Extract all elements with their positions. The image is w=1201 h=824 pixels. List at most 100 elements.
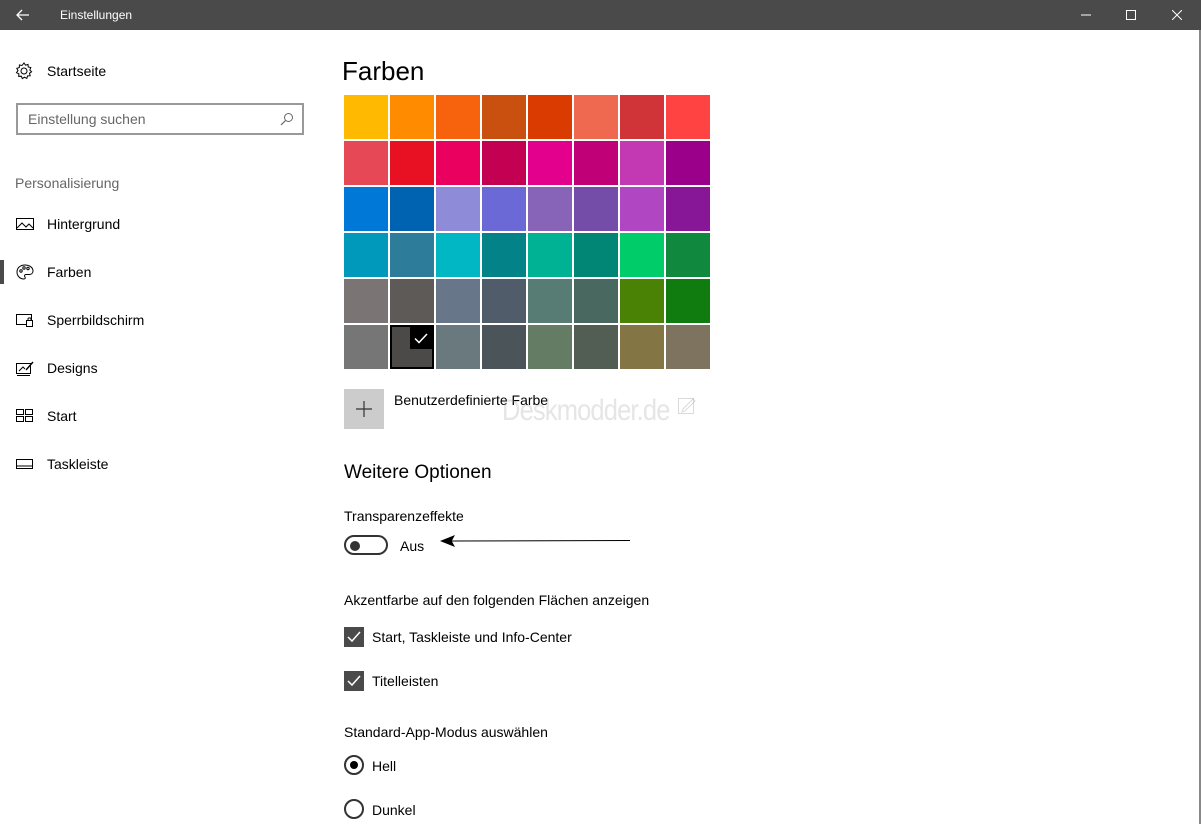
window-title: Einstellungen xyxy=(60,8,133,22)
color-swatch[interactable] xyxy=(436,187,480,231)
radio-label: Dunkel xyxy=(372,802,416,818)
color-swatch[interactable] xyxy=(528,95,572,139)
color-swatch[interactable] xyxy=(528,325,572,369)
color-swatch[interactable] xyxy=(620,279,664,323)
sidebar-item-colors[interactable]: Farben xyxy=(0,252,320,292)
sidebar: Startseite Personalisierung Hintergrund … xyxy=(0,30,320,824)
color-swatch[interactable] xyxy=(574,279,618,323)
color-swatch[interactable] xyxy=(620,141,664,185)
sidebar-item-label: Designs xyxy=(47,360,98,376)
color-swatch[interactable] xyxy=(390,141,434,185)
color-swatch[interactable] xyxy=(436,279,480,323)
color-swatch[interactable] xyxy=(482,187,526,231)
transparency-state: Aus xyxy=(400,538,425,554)
color-swatch[interactable] xyxy=(344,279,388,323)
color-swatch[interactable] xyxy=(620,325,664,369)
color-swatch[interactable] xyxy=(666,95,710,139)
accent-surfaces-label: Akzentfarbe auf den folgenden Flächen an… xyxy=(344,592,650,608)
radio-label: Hell xyxy=(372,758,397,774)
checkbox-titlebars[interactable] xyxy=(344,671,364,691)
color-swatch[interactable] xyxy=(620,233,664,277)
color-swatch[interactable] xyxy=(574,95,618,139)
sidebar-item-label: Farben xyxy=(47,264,92,280)
color-swatch[interactable] xyxy=(390,187,434,231)
color-swatch[interactable] xyxy=(390,279,434,323)
picture-icon xyxy=(16,218,34,230)
color-swatch[interactable] xyxy=(620,95,664,139)
sidebar-item-lockscreen[interactable]: Sperrbildschirm xyxy=(0,300,320,340)
color-swatch[interactable] xyxy=(528,279,572,323)
color-swatch[interactable] xyxy=(344,325,388,369)
sidebar-item-taskbar[interactable]: Taskleiste xyxy=(0,444,320,484)
color-swatch[interactable] xyxy=(436,233,480,277)
color-swatch[interactable] xyxy=(666,187,710,231)
back-arrow-icon xyxy=(16,9,29,21)
minimize-button[interactable] xyxy=(1063,0,1109,30)
taskbar-icon xyxy=(16,459,33,469)
color-swatch[interactable] xyxy=(574,325,618,369)
color-swatch[interactable] xyxy=(482,95,526,139)
color-swatch[interactable] xyxy=(436,325,480,369)
color-swatch[interactable] xyxy=(482,233,526,277)
start-icon xyxy=(16,409,33,422)
checkmark-icon xyxy=(347,675,361,687)
close-button[interactable] xyxy=(1154,0,1200,30)
sidebar-item-label: Start xyxy=(47,408,77,424)
color-swatch[interactable] xyxy=(344,233,388,277)
palette-icon xyxy=(16,264,34,280)
color-swatch[interactable] xyxy=(666,141,710,185)
color-swatch[interactable] xyxy=(436,141,480,185)
maximize-button[interactable] xyxy=(1108,0,1154,30)
section-label-personalization: Personalisierung xyxy=(15,175,120,191)
color-swatch[interactable] xyxy=(574,233,618,277)
color-swatch[interactable] xyxy=(528,141,572,185)
color-swatch[interactable] xyxy=(344,95,388,139)
checkmark-icon xyxy=(410,327,432,349)
sidebar-item-label: Sperrbildschirm xyxy=(47,312,145,328)
sidebar-home[interactable]: Startseite xyxy=(0,60,320,84)
color-swatch[interactable] xyxy=(574,187,618,231)
radio-dark[interactable] xyxy=(344,799,364,819)
color-swatch[interactable] xyxy=(620,187,664,231)
watermark-pencil-icon xyxy=(678,398,696,414)
radio-light[interactable] xyxy=(344,755,364,775)
search-input[interactable] xyxy=(18,105,268,133)
app-mode-label: Standard-App-Modus auswählen xyxy=(344,724,548,740)
designs-icon xyxy=(16,361,34,376)
radio-dot xyxy=(350,761,358,769)
color-swatch[interactable] xyxy=(574,141,618,185)
page-title: Farben xyxy=(342,56,425,86)
checkbox-label: Start, Taskleiste und Info-Center xyxy=(372,629,572,645)
checkbox-start-taskbar[interactable] xyxy=(344,627,364,647)
color-swatch[interactable] xyxy=(528,187,572,231)
watermark: Deskmodder.de xyxy=(502,394,670,427)
back-button[interactable] xyxy=(0,0,46,30)
color-swatch[interactable] xyxy=(390,233,434,277)
color-swatch[interactable] xyxy=(666,279,710,323)
color-swatch[interactable] xyxy=(528,233,572,277)
color-swatch[interactable] xyxy=(390,325,434,369)
search-icon[interactable] xyxy=(280,112,294,126)
transparency-toggle[interactable] xyxy=(344,535,388,555)
transparency-label: Transparenzeffekte xyxy=(344,508,464,524)
maximize-icon xyxy=(1126,10,1136,20)
sidebar-item-designs[interactable]: Designs xyxy=(0,348,320,388)
active-indicator xyxy=(0,260,4,284)
plus-icon xyxy=(344,389,384,429)
checkbox-label: Titelleisten xyxy=(372,673,439,689)
sidebar-item-background[interactable]: Hintergrund xyxy=(0,204,320,244)
color-swatch[interactable] xyxy=(436,95,480,139)
color-swatch[interactable] xyxy=(666,233,710,277)
color-swatch[interactable] xyxy=(482,325,526,369)
color-swatch[interactable] xyxy=(666,325,710,369)
sidebar-item-start[interactable]: Start xyxy=(0,396,320,436)
color-swatch[interactable] xyxy=(482,279,526,323)
title-bar: Einstellungen xyxy=(0,0,1201,30)
color-swatch[interactable] xyxy=(482,141,526,185)
search-box[interactable] xyxy=(16,103,304,135)
annotation-arrow-icon xyxy=(440,535,630,547)
color-swatch[interactable] xyxy=(344,141,388,185)
gear-icon xyxy=(15,62,33,80)
color-swatch[interactable] xyxy=(344,187,388,231)
color-swatch[interactable] xyxy=(390,95,434,139)
